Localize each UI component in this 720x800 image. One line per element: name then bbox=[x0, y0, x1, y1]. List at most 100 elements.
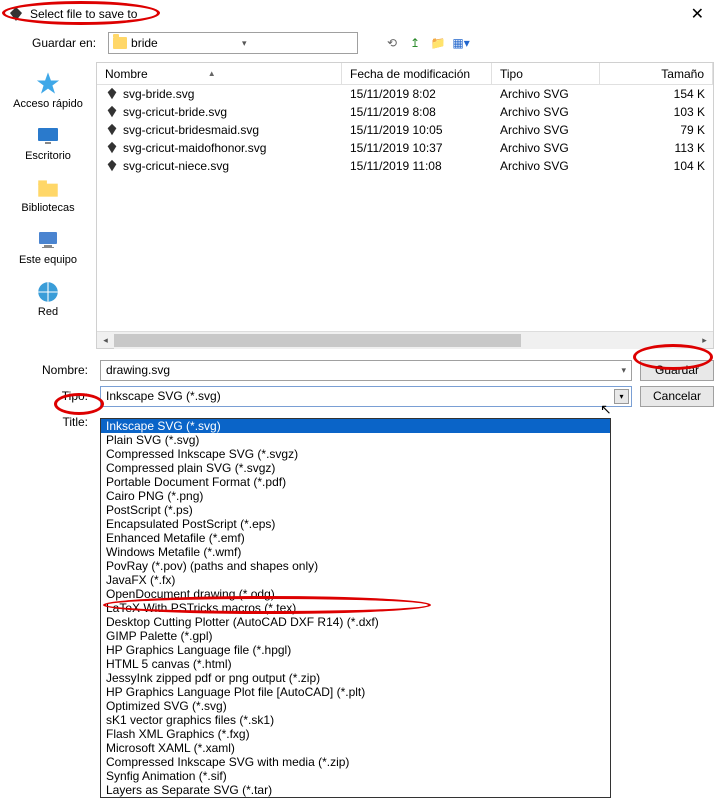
horizontal-scrollbar[interactable]: ◂ ▸ bbox=[97, 331, 713, 348]
back-button[interactable]: ⟲ bbox=[382, 33, 402, 53]
filetype-option[interactable]: Enhanced Metafile (*.emf) bbox=[101, 531, 610, 545]
up-button[interactable]: ↥ bbox=[405, 33, 425, 53]
computer-icon bbox=[32, 226, 64, 254]
folder-name: bride bbox=[131, 36, 242, 50]
desktop-icon bbox=[32, 122, 64, 150]
filetype-option[interactable]: HP Graphics Language file (*.hpgl) bbox=[101, 643, 610, 657]
star-icon bbox=[32, 70, 64, 98]
filetype-dropdown[interactable]: Inkscape SVG (*.svg)Plain SVG (*.svg)Com… bbox=[100, 418, 611, 798]
filetype-option[interactable]: Compressed Inkscape SVG (*.svgz) bbox=[101, 447, 610, 461]
file-row[interactable]: svg-cricut-maidofhonor.svg 15/11/2019 10:… bbox=[97, 139, 713, 157]
filetype-option[interactable]: JavaFX (*.fx) bbox=[101, 573, 610, 587]
file-date: 15/11/2019 10:37 bbox=[342, 141, 492, 155]
filetype-option[interactable]: Microsoft XAML (*.xaml) bbox=[101, 741, 610, 755]
filetype-option[interactable]: Synfig Animation (*.sif) bbox=[101, 769, 610, 783]
filetype-option[interactable]: Optimized SVG (*.svg) bbox=[101, 699, 610, 713]
file-row[interactable]: svg-bride.svg15/11/2019 8:02Archivo SVG1… bbox=[97, 85, 713, 103]
filetype-option[interactable]: Layers as Separate SVG (*.tar) bbox=[101, 783, 610, 797]
scrollbar-thumb[interactable] bbox=[114, 334, 521, 347]
sidebar-item-libraries[interactable]: Bibliotecas bbox=[3, 170, 93, 218]
file-type: Archivo SVG bbox=[492, 105, 600, 119]
sidebar-item-label: Bibliotecas bbox=[21, 202, 74, 214]
sidebar-item-star[interactable]: Acceso rápido bbox=[3, 66, 93, 114]
filetype-option[interactable]: Inkscape SVG (*.svg) bbox=[101, 419, 610, 433]
title-label: Title: bbox=[6, 415, 92, 429]
svg-file-icon bbox=[105, 123, 119, 137]
svg-file-icon bbox=[105, 105, 119, 119]
filetype-option[interactable]: GIMP Palette (*.gpl) bbox=[101, 629, 610, 643]
titlebar: Select file to save to ✕ bbox=[0, 0, 720, 28]
app-icon bbox=[8, 6, 24, 22]
file-name: svg-cricut-maidofhonor.svg bbox=[123, 141, 266, 155]
folder-combo[interactable]: bride ▾ bbox=[108, 32, 358, 54]
file-type: Archivo SVG bbox=[492, 141, 600, 155]
network-icon bbox=[32, 278, 64, 306]
chevron-down-icon[interactable]: ▾ bbox=[621, 365, 626, 376]
view-menu-button[interactable]: ▦▾ bbox=[451, 33, 471, 53]
sidebar-item-label: Este equipo bbox=[19, 254, 77, 266]
file-name: svg-cricut-bride.svg bbox=[123, 105, 227, 119]
sidebar-item-label: Acceso rápido bbox=[13, 98, 83, 110]
cancel-button[interactable]: Cancelar bbox=[640, 386, 714, 407]
close-button[interactable]: ✕ bbox=[683, 4, 712, 24]
file-row[interactable]: svg-cricut-niece.svg 15/11/2019 11:08Arch… bbox=[97, 157, 713, 175]
filetype-option[interactable]: PovRay (*.pov) (paths and shapes only) bbox=[101, 559, 610, 573]
scroll-left-icon[interactable]: ◂ bbox=[97, 332, 114, 349]
file-row[interactable]: svg-cricut-bride.svg 15/11/2019 8:08Archi… bbox=[97, 103, 713, 121]
file-name: svg-cricut-bridesmaid.svg bbox=[123, 123, 259, 137]
filename-input[interactable]: ▾ bbox=[100, 360, 632, 381]
filetype-option[interactable]: HTML 5 canvas (*.html) bbox=[101, 657, 610, 671]
col-header-size[interactable]: Tamaño bbox=[600, 63, 713, 84]
filetype-option[interactable]: sK1 vector graphics files (*.sk1) bbox=[101, 713, 610, 727]
new-folder-button[interactable]: 📁 bbox=[428, 33, 448, 53]
svg-file-icon bbox=[105, 87, 119, 101]
filetype-option[interactable]: HP Graphics Language Plot file [AutoCAD]… bbox=[101, 685, 610, 699]
svg-file-icon bbox=[105, 141, 119, 155]
filetype-option[interactable]: Compressed plain SVG (*.svgz) bbox=[101, 461, 610, 475]
file-type: Archivo SVG bbox=[492, 123, 600, 137]
filetype-label: Tipo: bbox=[6, 389, 92, 403]
chevron-down-icon: ▾ bbox=[242, 38, 353, 49]
file-size: 113 K bbox=[600, 141, 713, 155]
file-row[interactable]: svg-cricut-bridesmaid.svg 15/11/2019 10:0… bbox=[97, 121, 713, 139]
filetype-option[interactable]: Windows Metafile (*.wmf) bbox=[101, 545, 610, 559]
filetype-option[interactable]: JessyInk zipped pdf or png output (*.zip… bbox=[101, 671, 610, 685]
filetype-option[interactable]: Portable Document Format (*.pdf) bbox=[101, 475, 610, 489]
filetype-option[interactable]: Encapsulated PostScript (*.eps) bbox=[101, 517, 610, 531]
filetype-option[interactable]: OpenDocument drawing (*.odg) bbox=[101, 587, 610, 601]
filetype-option[interactable]: Plain SVG (*.svg) bbox=[101, 433, 610, 447]
file-type: Archivo SVG bbox=[492, 87, 600, 101]
filename-field[interactable] bbox=[106, 363, 621, 377]
sidebar-item-network[interactable]: Red bbox=[3, 274, 93, 322]
save-in-label: Guardar en: bbox=[32, 36, 96, 50]
filetype-option[interactable]: Cairo PNG (*.png) bbox=[101, 489, 610, 503]
file-type: Archivo SVG bbox=[492, 159, 600, 173]
svg-file-icon bbox=[105, 159, 119, 173]
libraries-icon bbox=[32, 174, 64, 202]
file-name: svg-bride.svg bbox=[123, 87, 194, 101]
column-headers: Nombre▲ Fecha de modificación Tipo Tamañ… bbox=[97, 63, 713, 85]
filetype-option[interactable]: Flash XML Graphics (*.fxg) bbox=[101, 727, 610, 741]
scroll-right-icon[interactable]: ▸ bbox=[696, 332, 713, 349]
filetype-option[interactable]: PostScript (*.ps) bbox=[101, 503, 610, 517]
chevron-down-icon[interactable]: ▾ bbox=[614, 389, 629, 404]
col-header-type[interactable]: Tipo bbox=[492, 63, 600, 84]
col-header-date[interactable]: Fecha de modificación bbox=[342, 63, 492, 84]
sidebar-item-label: Escritorio bbox=[25, 150, 71, 162]
filetype-option[interactable]: LaTeX With PSTricks macros (*.tex) bbox=[101, 601, 610, 615]
file-date: 15/11/2019 8:08 bbox=[342, 105, 492, 119]
places-sidebar: Acceso rápido Escritorio Bibliotecas Este e… bbox=[0, 58, 96, 353]
file-name: svg-cricut-niece.svg bbox=[123, 159, 229, 173]
filetype-combo[interactable]: Inkscape SVG (*.svg) ▾ bbox=[100, 386, 632, 407]
file-date: 15/11/2019 11:08 bbox=[342, 159, 492, 173]
col-header-name[interactable]: Nombre▲ bbox=[97, 63, 342, 84]
filetype-value: Inkscape SVG (*.svg) bbox=[106, 389, 221, 403]
sidebar-item-desktop[interactable]: Escritorio bbox=[3, 118, 93, 166]
file-date: 15/11/2019 10:05 bbox=[342, 123, 492, 137]
toolbar: Guardar en: bride ▾ ⟲ ↥ 📁 ▦▾ bbox=[0, 28, 720, 58]
filetype-option[interactable]: Desktop Cutting Plotter (AutoCAD DXF R14… bbox=[101, 615, 610, 629]
filetype-option[interactable]: Compressed Inkscape SVG with media (*.zi… bbox=[101, 755, 610, 769]
save-button[interactable]: Guardar bbox=[640, 360, 714, 381]
sidebar-item-computer[interactable]: Este equipo bbox=[3, 222, 93, 270]
file-date: 15/11/2019 8:02 bbox=[342, 87, 492, 101]
